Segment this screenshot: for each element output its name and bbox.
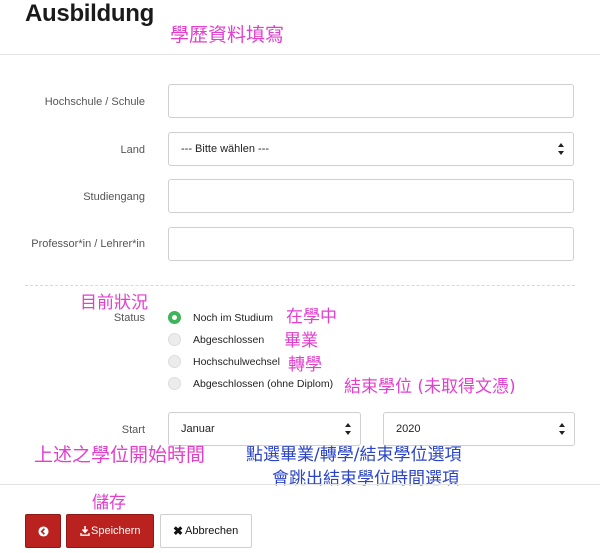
select-arrows-icon — [558, 143, 564, 155]
download-icon — [80, 526, 90, 536]
radio-label[interactable]: Abgeschlossen (ohne Diplom) — [193, 378, 333, 390]
title-annotation: 學歷資料填寫 — [170, 24, 285, 46]
start-month-value: Januar — [181, 423, 215, 435]
times-icon: ✖ — [173, 524, 184, 538]
option-annotation: 在學中 — [286, 307, 337, 327]
start-annotation: 上述之學位開始時間 — [34, 444, 206, 466]
country-select-value: --- Bitte wählen --- — [181, 143, 270, 155]
cancel-button-label: Abbrechen — [185, 525, 239, 537]
save-button[interactable]: Speichern — [66, 514, 154, 548]
save-annotation: 儲存 — [92, 493, 126, 513]
select-arrows-icon — [345, 423, 351, 435]
radio-label[interactable]: Noch im Studium — [193, 312, 273, 324]
start-year-value: 2020 — [396, 423, 421, 435]
save-button-label: Speichern — [91, 525, 141, 537]
status-annotation: 目前狀況 — [80, 293, 148, 313]
school-label: Hochschule / Schule — [44, 96, 145, 108]
study-input[interactable] — [168, 179, 574, 213]
radio-hochschulwechsel[interactable] — [168, 355, 181, 368]
back-button[interactable] — [25, 514, 61, 548]
page-title: Ausbildung — [25, 0, 154, 27]
professor-input[interactable] — [168, 227, 574, 261]
status-label: Status — [113, 312, 145, 324]
radio-label[interactable]: Abgeschlossen — [193, 334, 264, 346]
start-label: Start — [121, 424, 145, 436]
back-circle-icon — [38, 526, 49, 537]
section-divider — [25, 285, 575, 286]
option-annotation: 畢業 — [284, 331, 318, 351]
cancel-button[interactable]: ✖ Abbrechen — [160, 514, 252, 548]
radio-abgeschlossen[interactable] — [168, 333, 181, 346]
country-label: Land — [120, 144, 145, 156]
radio-label[interactable]: Hochschulwechsel — [193, 356, 280, 368]
professor-label: Professor*in / Lehrer*in — [31, 238, 145, 250]
option-annotation: 結束學位 (未取得文憑) — [344, 377, 516, 397]
footer-divider — [0, 484, 600, 485]
option-annotation: 轉學 — [288, 355, 322, 375]
study-label: Studiengang — [83, 191, 145, 203]
end-date-annotation-1: 點選畢業/轉學/結束學位選項 — [246, 445, 462, 465]
country-select[interactable]: --- Bitte wählen --- — [168, 132, 574, 166]
school-input[interactable] — [168, 84, 574, 118]
radio-noch-im-studium[interactable] — [168, 311, 181, 324]
select-arrows-icon — [559, 423, 565, 435]
radio-abgeschlossen-ohne-diplom[interactable] — [168, 377, 181, 390]
header-divider — [0, 54, 600, 55]
end-date-annotation-2: 會跳出結束學位時間選項 — [272, 469, 459, 489]
